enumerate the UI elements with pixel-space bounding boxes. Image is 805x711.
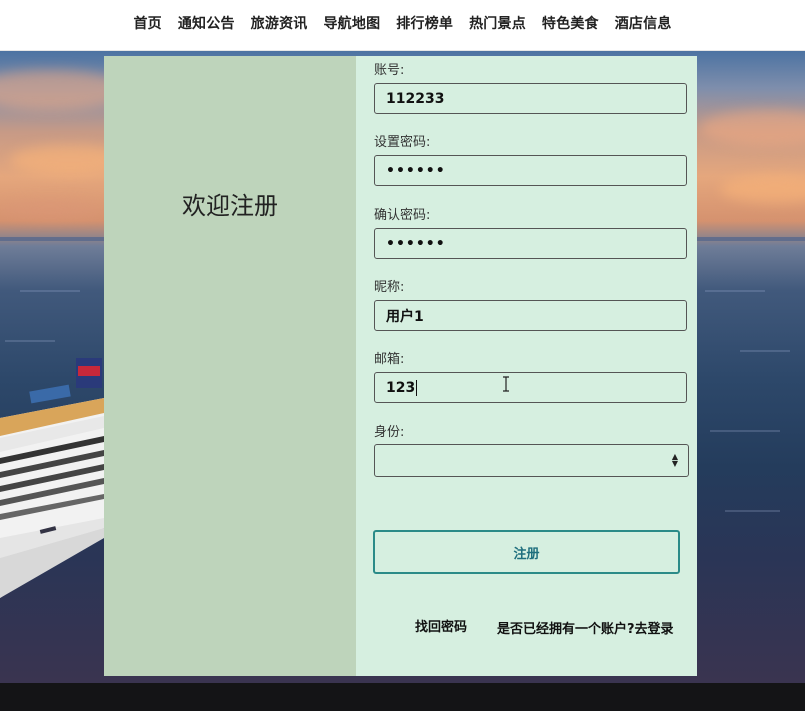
password-input[interactable] bbox=[374, 155, 687, 186]
wave bbox=[740, 350, 790, 352]
password-label: 设置密码: bbox=[374, 135, 431, 150]
register-card-left-panel: 欢迎注册 bbox=[104, 56, 356, 676]
confirm-password-input[interactable] bbox=[374, 228, 687, 259]
ibeam-cursor-icon bbox=[502, 376, 510, 396]
register-button[interactable]: 注册 bbox=[373, 530, 680, 574]
account-label: 账号: bbox=[374, 63, 405, 78]
nav-item-notices[interactable]: 通知公告 bbox=[178, 13, 235, 33]
nav-item-home[interactable]: 首页 bbox=[133, 13, 161, 33]
cloud bbox=[700, 110, 805, 146]
wave bbox=[5, 340, 55, 342]
confirm-password-label: 确认密码: bbox=[374, 208, 431, 223]
nav-item-hotels[interactable]: 酒店信息 bbox=[615, 13, 672, 33]
cruise-ship-image bbox=[0, 358, 104, 598]
account-input[interactable] bbox=[374, 83, 687, 114]
bottom-strip bbox=[0, 683, 805, 711]
role-label: 身份: bbox=[374, 425, 405, 440]
wave bbox=[705, 290, 765, 292]
welcome-title: 欢迎注册 bbox=[182, 192, 278, 220]
email-label: 邮箱: bbox=[374, 352, 405, 367]
email-value: 123 bbox=[386, 379, 416, 396]
nav-item-ranking[interactable]: 排行榜单 bbox=[396, 13, 453, 33]
forgot-password-link[interactable]: 找回密码 bbox=[415, 616, 467, 635]
nav-item-food[interactable]: 特色美食 bbox=[542, 13, 599, 33]
wave bbox=[710, 430, 780, 432]
nav-items: 首页 通知公告 旅游资讯 导航地图 排行榜单 热门景点 特色美食 酒店信息 bbox=[133, 13, 671, 33]
cloud bbox=[0, 200, 100, 218]
nav-item-map[interactable]: 导航地图 bbox=[323, 13, 380, 33]
select-updown-icon: ▲ ▼ bbox=[671, 452, 678, 468]
cloud bbox=[720, 175, 805, 203]
go-login-link[interactable]: 是否已经拥有一个账户?去登录 bbox=[497, 618, 674, 637]
email-input[interactable]: 123 bbox=[374, 372, 687, 403]
role-select[interactable]: ▲ ▼ bbox=[374, 444, 689, 477]
top-navigation: 首页 通知公告 旅游资讯 导航地图 排行榜单 热门景点 特色美食 酒店信息 bbox=[0, 0, 805, 51]
nickname-input[interactable] bbox=[374, 300, 687, 331]
register-card: 欢迎注册 账号: 设置密码: 确认密码: 昵称: 邮箱: 123 身份: ▲▼ … bbox=[104, 56, 697, 676]
wave bbox=[20, 290, 80, 292]
nav-item-travel-news[interactable]: 旅游资讯 bbox=[251, 13, 308, 33]
register-form: 账号: 设置密码: 确认密码: 昵称: 邮箱: 123 身份: ▲▼ 注册 找回… bbox=[356, 56, 697, 676]
text-caret bbox=[416, 379, 418, 396]
nickname-label: 昵称: bbox=[374, 280, 405, 295]
wave bbox=[725, 510, 780, 512]
nav-item-attractions[interactable]: 热门景点 bbox=[469, 13, 526, 33]
